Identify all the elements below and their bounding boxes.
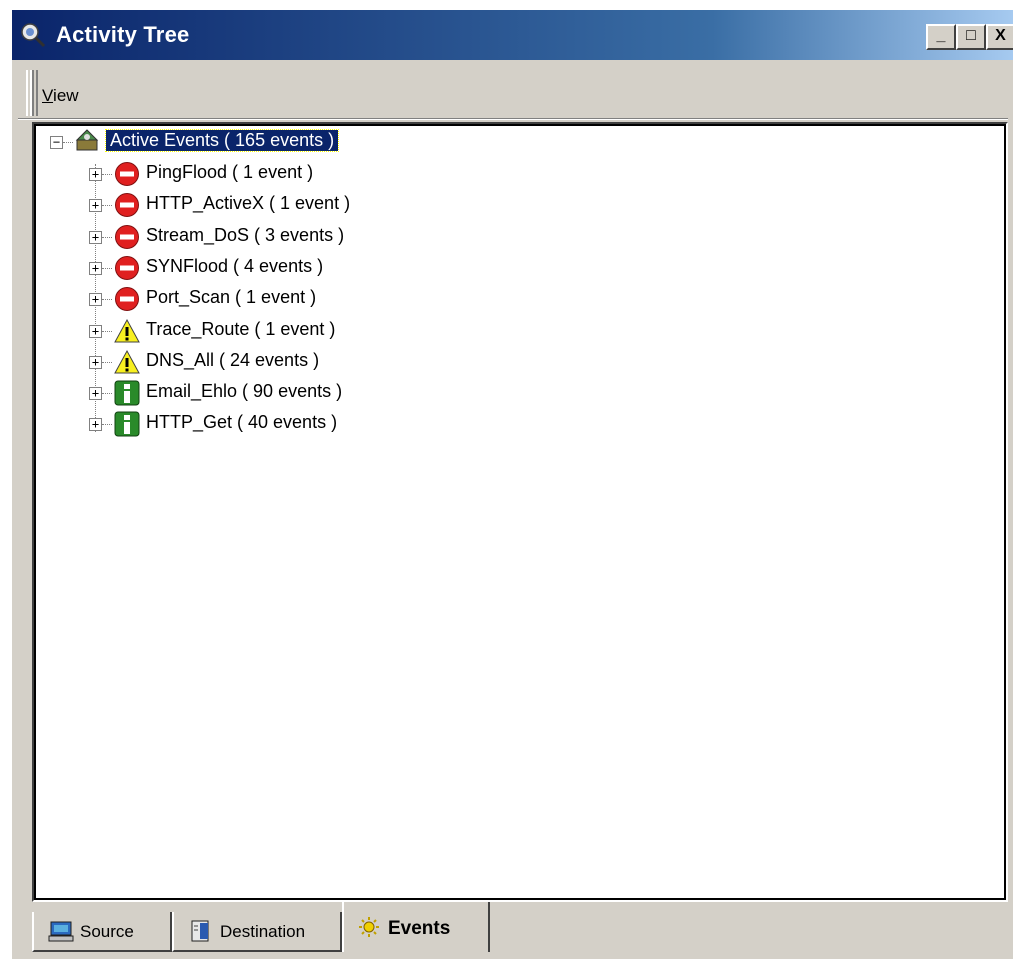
expand-toggle[interactable]: + — [89, 230, 102, 244]
events-icon — [359, 917, 379, 937]
tree-item[interactable]: + Trace_Route ( 1 event ) — [34, 317, 994, 347]
tree-item[interactable]: + Email_Ehlo ( 90 events ) — [34, 379, 994, 409]
network-icon — [75, 129, 99, 151]
title-bar[interactable]: Activity Tree _ □ X — [12, 10, 1013, 60]
menu-separator — [18, 118, 1008, 120]
tree-item[interactable]: + Port_Scan ( 1 event ) — [34, 285, 994, 315]
server-icon — [191, 920, 209, 942]
tree-connector — [102, 424, 112, 426]
tree-connector — [102, 267, 112, 269]
expand-toggle[interactable]: + — [89, 293, 102, 307]
expand-toggle[interactable]: + — [89, 324, 102, 338]
warning-icon — [114, 318, 140, 342]
tree-item-label: HTTP_Get ( 40 events ) — [146, 412, 338, 433]
tree-connector — [102, 330, 112, 332]
menu-view-mnemonic: V — [42, 86, 54, 105]
info-icon — [114, 411, 140, 437]
tree-connector — [102, 236, 112, 238]
tree-connector — [102, 361, 112, 363]
tab-events[interactable]: Events — [342, 902, 490, 952]
expand-toggle[interactable]: + — [89, 261, 102, 275]
tree-item[interactable]: + HTTP_ActiveX ( 1 event ) — [34, 191, 994, 221]
tree-connector — [102, 174, 112, 175]
collapse-toggle[interactable]: − — [50, 136, 63, 149]
warning-icon — [114, 349, 140, 374]
tab-events-label: Events — [388, 918, 451, 939]
tree-item-label: Port_Scan ( 1 event ) — [146, 287, 317, 308]
close-button[interactable]: X — [986, 24, 1013, 50]
stop-icon — [115, 224, 139, 249]
tab-bar: Source Destination Events — [12, 902, 1013, 961]
tab-source-label: Source — [80, 922, 134, 941]
stop-icon — [115, 193, 139, 218]
tree-item-label: DNS_All ( 24 events ) — [146, 349, 320, 370]
tree-item-label: Trace_Route ( 1 event ) — [146, 318, 336, 339]
menu-bar: View — [12, 60, 1013, 122]
expand-toggle[interactable]: + — [89, 418, 102, 432]
tree-root-row[interactable]: − Active Events ( 165 events ) — [34, 128, 994, 158]
computer-icon — [48, 921, 74, 942]
tree-connector — [102, 393, 112, 395]
info-icon — [114, 380, 140, 406]
stop-icon — [115, 287, 139, 312]
minimize-button[interactable]: _ — [926, 24, 956, 50]
tab-source[interactable]: Source — [32, 912, 172, 952]
activity-tree-window: Activity Tree _ □ X View − Active Events… — [10, 8, 1013, 959]
tree-item[interactable]: + PingFlood ( 1 event ) — [34, 160, 994, 190]
tree-connector — [102, 205, 112, 207]
tree-item[interactable]: + Stream_DoS ( 3 events ) — [34, 223, 994, 253]
tree-connector — [63, 142, 73, 143]
tree-item-label: PingFlood ( 1 event ) — [146, 162, 314, 182]
tree-item-label: HTTP_ActiveX ( 1 event ) — [146, 193, 351, 214]
menu-view-rest: iew — [53, 86, 79, 105]
stop-icon — [115, 162, 139, 186]
activity-tree-view[interactable]: − Active Events ( 165 events ) + PingFloo… — [32, 122, 1008, 902]
tree-item-label: Stream_DoS ( 3 events ) — [146, 224, 345, 245]
tree-item-label: Email_Ehlo ( 90 events ) — [146, 381, 343, 402]
tab-destination[interactable]: Destination — [172, 912, 342, 952]
tree-connector — [102, 299, 112, 301]
toolbar-grip-secondary — [30, 70, 38, 116]
expand-toggle[interactable]: + — [89, 168, 102, 181]
expand-toggle[interactable]: + — [89, 355, 102, 369]
window-title: Activity Tree — [56, 22, 190, 47]
expand-toggle[interactable]: + — [89, 387, 102, 401]
tree-item[interactable]: + DNS_All ( 24 events ) — [34, 348, 994, 378]
tab-destination-label: Destination — [220, 922, 306, 941]
expand-toggle[interactable]: + — [89, 199, 102, 213]
stop-icon — [115, 255, 139, 280]
tree-item[interactable]: + SYNFlood ( 4 events ) — [34, 254, 994, 284]
tree-item[interactable]: + HTTP_Get ( 40 events ) — [34, 410, 994, 440]
maximize-button[interactable]: □ — [956, 24, 986, 50]
magnifier-globe-icon — [21, 23, 46, 48]
tree-root-label: Active Events ( 165 events ) — [104, 129, 340, 152]
tree-item-label: SYNFlood ( 4 events ) — [146, 255, 324, 276]
menu-view[interactable]: View — [42, 86, 79, 106]
